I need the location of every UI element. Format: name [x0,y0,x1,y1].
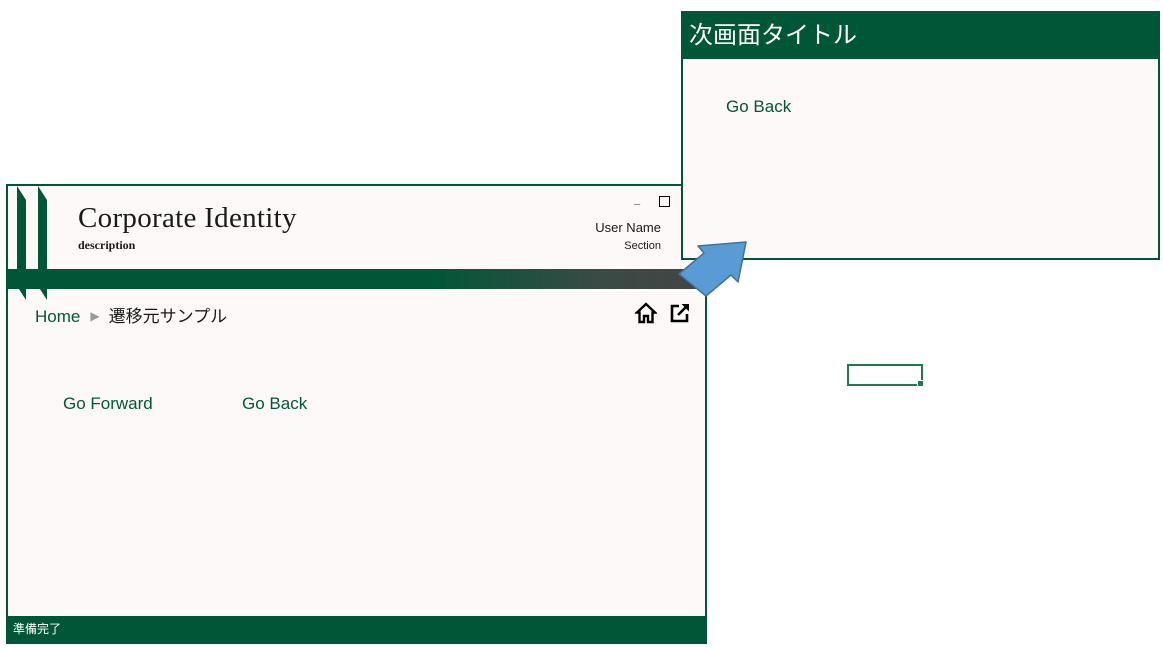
home-icon[interactable] [635,302,657,324]
user-section: Section [624,240,661,252]
main-window: Corporate Identity description _ User Na… [6,184,707,644]
breadcrumb-current: 遷移元サンプル [108,307,228,326]
go-back-link[interactable]: Go Back [242,394,307,414]
popup-title: 次画面タイトル [689,22,857,49]
brand-stripe-left [17,186,26,300]
arrow-up-right-icon [678,241,747,297]
maximize-button[interactable] [659,196,670,207]
popup-go-back-link[interactable]: Go Back [726,97,791,117]
status-text: 準備完了 [13,622,62,636]
brand-description: description [78,238,136,252]
breadcrumb-home-link[interactable]: Home [35,307,80,326]
brand-stripe-right [38,186,47,300]
next-screen-window: 次画面タイトル Go Back [681,11,1160,260]
breadcrumb: Home ▶ 遷移元サンプル [35,302,227,327]
user-name: User Name [595,220,661,235]
go-forward-link[interactable]: Go Forward [63,394,153,414]
minimize-button[interactable]: _ [634,195,644,206]
app-header: Corporate Identity description _ User Na… [8,186,705,269]
brand-title: Corporate Identity [78,202,297,234]
header-band [8,269,705,289]
breadcrumb-separator-icon: ▶ [90,309,100,323]
popup-title-bar: 次画面タイトル [683,13,1158,59]
selected-cell[interactable] [847,364,923,386]
fill-handle[interactable] [917,380,924,387]
status-bar: 準備完了 [8,616,705,642]
